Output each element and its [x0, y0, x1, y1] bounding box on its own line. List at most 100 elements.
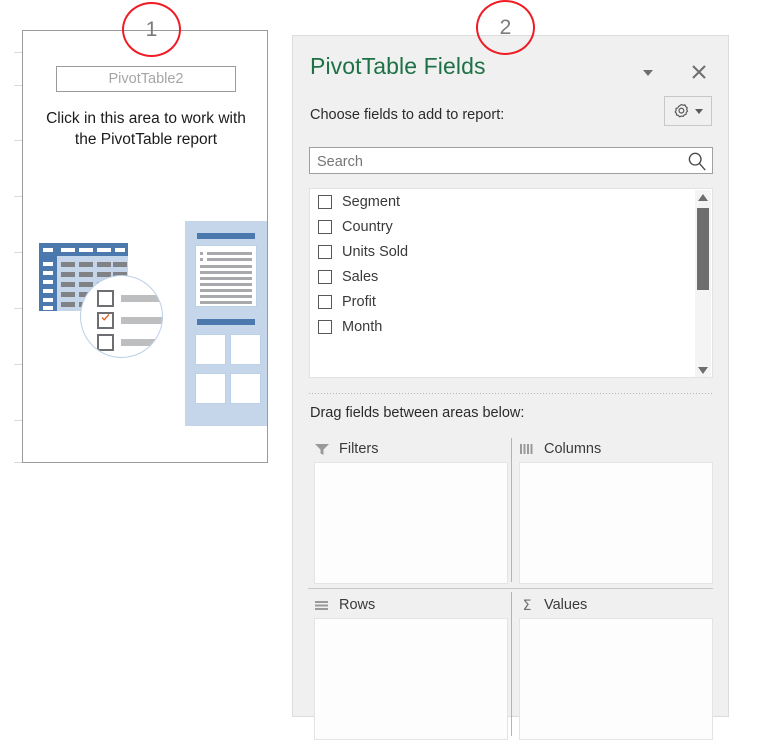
illustration-side-cell: [43, 280, 53, 284]
field-label: Units Sold: [342, 243, 409, 260]
field-label: Segment: [342, 193, 401, 210]
search-icon[interactable]: [687, 151, 707, 171]
pivottable-placeholder-area[interactable]: PivotTable2 Click in this area to work w…: [22, 30, 268, 463]
illustration-title-bar: [197, 319, 255, 325]
drop-zone-header: Columns: [513, 436, 713, 462]
illustration-side-cell: [43, 306, 53, 310]
field-list-item[interactable]: Units Sold: [310, 239, 712, 264]
illustration-lens-bar: [121, 317, 162, 324]
field-list-item[interactable]: Profit: [310, 289, 712, 314]
field-checkbox[interactable]: [318, 219, 332, 234]
pivottable-hint-line1: Click in this area to work with: [46, 110, 246, 127]
illustration-side-cell: [43, 289, 53, 293]
illustration-body-cell: [61, 272, 75, 277]
illustration-title-bar: [197, 233, 255, 239]
drag-fields-label: Drag fields between areas below:: [310, 405, 525, 421]
illustration-body-cell: [79, 282, 93, 287]
drop-zone-filters[interactable]: Filters: [308, 436, 508, 586]
choose-fields-label: Choose fields to add to report:: [310, 107, 505, 123]
field-list-item[interactable]: Sales: [310, 264, 712, 289]
sheet-row-tick: [14, 196, 22, 197]
illustration-lens-bar: [121, 339, 162, 346]
columns-icon: [520, 444, 533, 454]
illustration-magnifier-lens: [80, 275, 163, 358]
illustration-tile: [230, 334, 261, 365]
checkmark-icon: [101, 314, 110, 321]
illustration-tile: [195, 334, 226, 365]
callout-label: 1: [145, 17, 158, 41]
illustration-lens-bar: [121, 295, 162, 302]
drop-zone-body[interactable]: [519, 462, 713, 584]
filter-funnel-icon: [315, 444, 329, 455]
field-checkbox[interactable]: [318, 269, 332, 284]
field-list-item[interactable]: Month: [310, 314, 712, 339]
field-list-item[interactable]: Segment: [310, 189, 712, 214]
illustration-bullet-dot: [200, 258, 203, 261]
close-icon[interactable]: [689, 62, 709, 82]
drop-zone-values[interactable]: Σ Values: [513, 592, 713, 742]
drop-zone-body[interactable]: [519, 618, 713, 740]
field-checkbox[interactable]: [318, 244, 332, 259]
field-checkbox[interactable]: [318, 319, 332, 334]
sheet-row-tick: [14, 252, 22, 253]
field-label: Sales: [342, 268, 379, 285]
illustration-lens-checkbox: [97, 334, 114, 351]
illustration-text-line: [200, 271, 252, 274]
triangle-up-icon[interactable]: [695, 190, 711, 206]
illustration-body-cell: [79, 272, 93, 277]
search-input[interactable]: [315, 148, 679, 175]
field-list[interactable]: Segment Country Units Sold Sales Profit …: [309, 188, 713, 378]
drop-zone-label: Columns: [544, 441, 602, 457]
chevron-down-icon[interactable]: [638, 64, 658, 82]
pivottable-name-box[interactable]: PivotTable2: [56, 66, 236, 92]
sheet-row-tick: [14, 364, 22, 365]
illustration-body-cell: [79, 262, 93, 267]
illustration-tile: [230, 373, 261, 404]
callout-label: 2: [499, 15, 512, 39]
screenshot-root: PivotTable2 Click in this area to work w…: [0, 0, 762, 740]
illustration-body-cell: [61, 262, 75, 267]
drop-zone-body[interactable]: [314, 462, 508, 584]
callout-marker-1: 1: [122, 2, 181, 57]
triangle-down-icon[interactable]: [695, 362, 711, 378]
sheet-row-tick: [14, 140, 22, 141]
field-label: Profit: [342, 293, 376, 310]
drop-zone-vertical-divider: [511, 592, 512, 736]
illustration-side-cell: [43, 298, 53, 302]
drop-zone-label: Rows: [339, 597, 376, 613]
sheet-row-tick: [14, 308, 22, 309]
field-checkbox[interactable]: [318, 194, 332, 209]
gear-icon: [674, 103, 689, 117]
drop-zone-columns[interactable]: Columns: [513, 436, 713, 586]
illustration-text-line: [200, 301, 252, 304]
illustration-header-cell: [43, 248, 53, 252]
field-label: Country: [342, 218, 393, 235]
field-checkbox[interactable]: [318, 294, 332, 309]
drop-zone-rows[interactable]: Rows: [308, 592, 508, 742]
illustration-report-card: [185, 221, 267, 426]
illustration-side-cell: [43, 271, 53, 275]
illustration-header-cell: [115, 248, 125, 252]
sheet-row-tick: [14, 462, 22, 463]
illustration-side-cell: [43, 262, 53, 266]
illustration-bullet-dot: [200, 252, 203, 255]
drop-zone-body[interactable]: [314, 618, 508, 740]
illustration-lens-checkbox: [97, 290, 114, 307]
field-list-item[interactable]: Country: [310, 214, 712, 239]
svg-text:Σ: Σ: [523, 598, 532, 612]
drop-zones-grid: Filters Columns Rows Σ Values: [308, 436, 713, 741]
illustration-text-line: [200, 277, 252, 280]
illustration-tile: [195, 373, 226, 404]
illustration-header-cell: [61, 248, 75, 252]
field-list-scrollbar[interactable]: [695, 190, 711, 378]
illustration-body-cell: [61, 302, 75, 307]
drop-zone-horizontal-divider: [308, 588, 713, 589]
pivottable-hint-text: Click in this area to work with the Pivo…: [31, 109, 261, 151]
illustration-text-line: [200, 295, 252, 298]
search-box[interactable]: [309, 147, 713, 175]
field-list-options-button[interactable]: [664, 96, 712, 126]
pivottable-name-value: PivotTable2: [108, 71, 184, 87]
scrollbar-thumb[interactable]: [697, 208, 709, 290]
sheet-row-tick: [14, 85, 22, 86]
illustration-body-cell: [97, 262, 111, 267]
